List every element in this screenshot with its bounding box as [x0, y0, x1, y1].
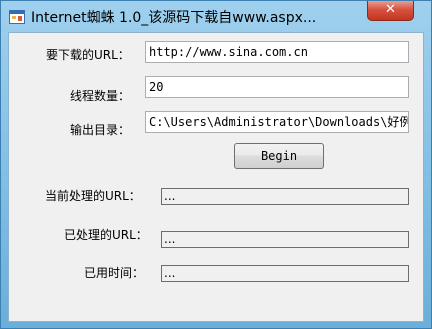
window-title: Internet蜘蛛 1.0_该源码下载自www.aspx...: [31, 10, 317, 26]
processed-url-value: ...: [161, 231, 409, 248]
current-url-label: 当前处理的URL：: [45, 189, 141, 203]
elapsed-time-label: 已用时间：: [84, 266, 145, 280]
begin-button[interactable]: Begin: [234, 143, 324, 169]
close-button[interactable]: ✕: [367, 1, 414, 21]
processed-url-label: 已处理的URL：: [64, 228, 148, 242]
threads-input[interactable]: 20: [145, 76, 409, 98]
url-label: 要下载的URL：: [46, 48, 130, 62]
client-area: 要下载的URL： http://www.sina.com.cn 线程数量： 20…: [8, 32, 424, 322]
title-bar[interactable]: Internet蜘蛛 1.0_该源码下载自www.aspx... ✕: [1, 1, 431, 31]
close-icon: ✕: [385, 2, 396, 17]
elapsed-time-value: ...: [161, 265, 409, 282]
output-dir-input[interactable]: C:\Users\Administrator\Downloads\好例: [145, 111, 409, 133]
app-window: Internet蜘蛛 1.0_该源码下载自www.aspx... ✕ 要下载的U…: [0, 0, 432, 329]
url-input[interactable]: http://www.sina.com.cn: [145, 41, 409, 63]
current-url-value: ...: [161, 188, 409, 205]
output-dir-label: 输出目录：: [70, 123, 131, 137]
threads-label: 线程数量：: [70, 89, 131, 103]
window-app-icon[interactable]: [9, 9, 25, 24]
